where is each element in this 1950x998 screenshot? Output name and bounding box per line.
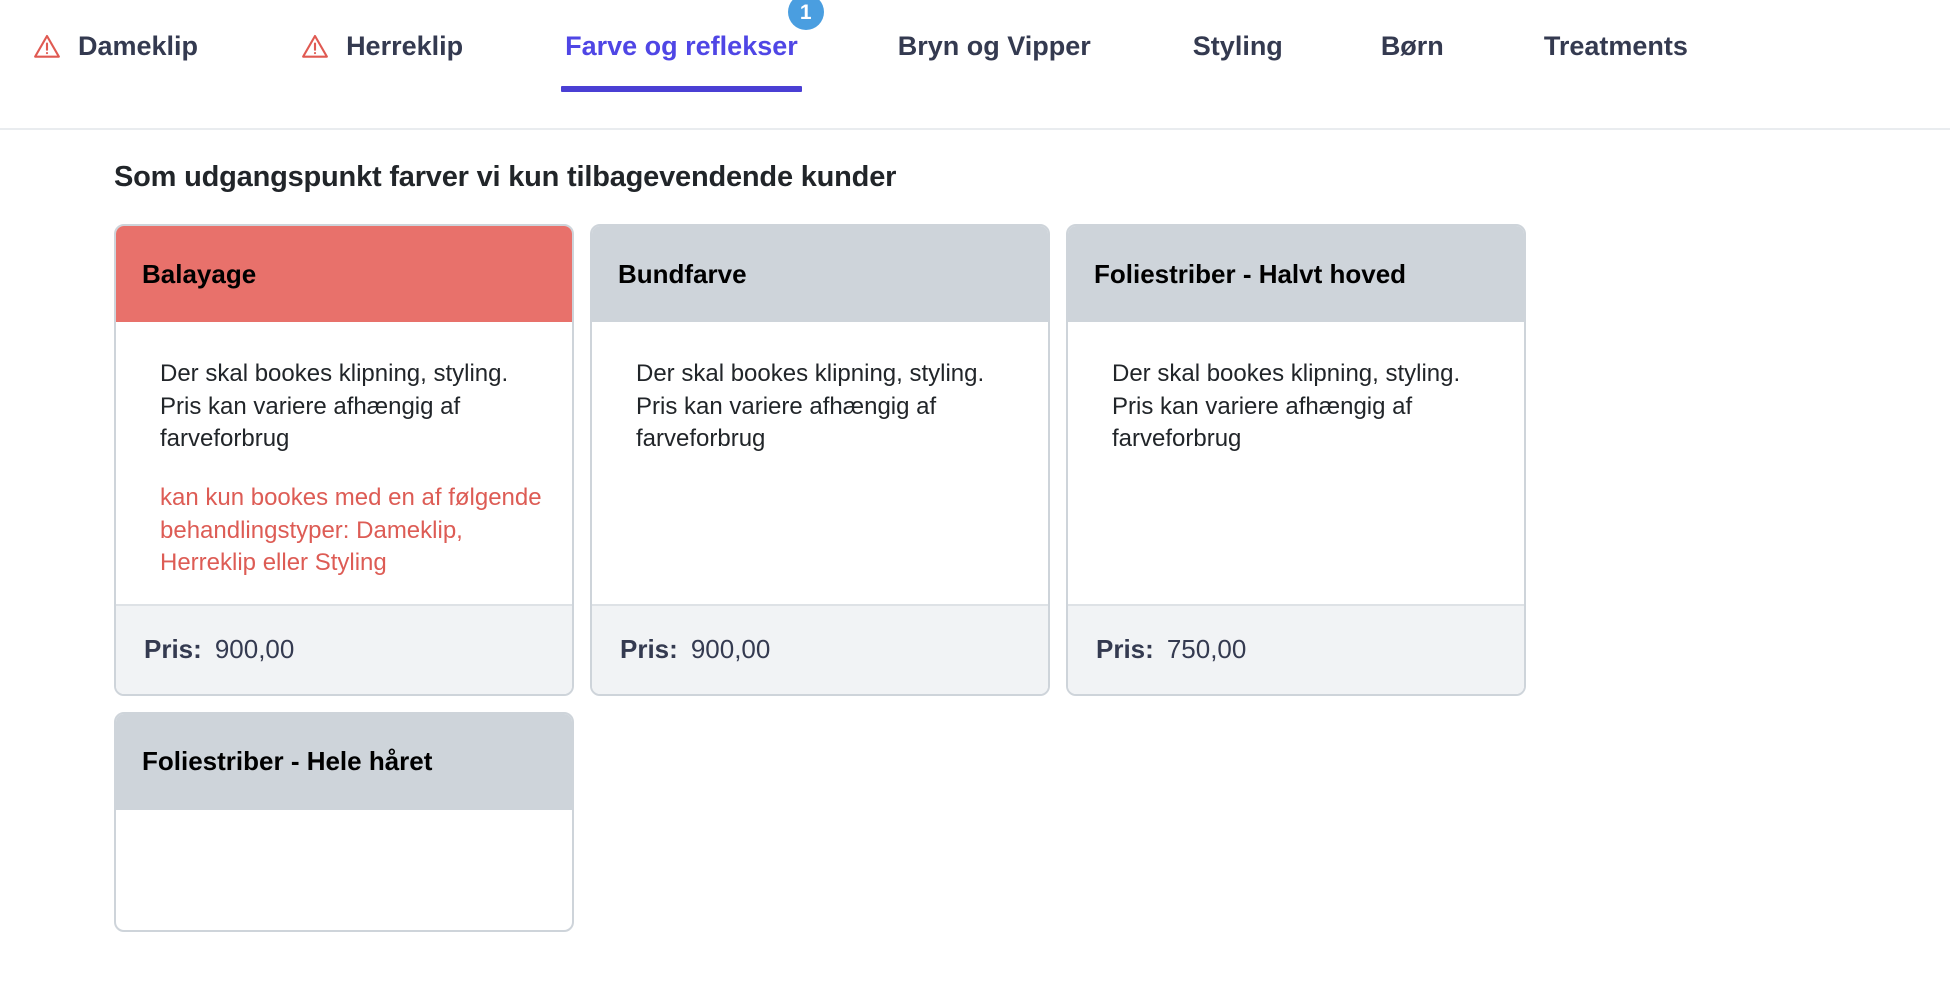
card-price-footer: Pris: 900,00 [592, 603, 1048, 694]
tab-styling[interactable]: Styling [1189, 0, 1287, 92]
treatment-card-grid: Balayage Der skal bookes klipning, styli… [114, 224, 1894, 932]
card-warning-text: kan kun bookes med en af følgende behand… [160, 483, 542, 577]
card-price-footer: Pris: 750,00 [1068, 603, 1524, 694]
tab-label: Treatments [1543, 31, 1688, 61]
price-value: 750,00 [1166, 634, 1247, 665]
price-value: 900,00 [214, 634, 295, 665]
warning-triangle-icon [32, 31, 62, 61]
tab-label: Dameklip [78, 31, 199, 61]
card-header: Balayage [116, 226, 572, 322]
active-tab-underline [561, 86, 802, 92]
tab-label: Herreklip [346, 31, 464, 61]
card-body: Der skal bookes klipning, styling. Pris … [592, 322, 1048, 604]
tab-bryn-og-vipper[interactable]: Bryn og Vipper [894, 0, 1095, 92]
tab-farve-og-reflekser[interactable]: Farve og reflekser 1 [561, 0, 824, 92]
tab-herreklip[interactable]: Herreklip [296, 0, 467, 92]
price-label: Pris: [144, 634, 202, 665]
card-header: Foliestriber - Hele håret [116, 713, 572, 810]
price-label: Pris: [1096, 634, 1154, 665]
treatment-card-foliestriber-halvt-hoved[interactable]: Foliestriber - Halvt hoved Der skal book… [1066, 224, 1526, 696]
tab-label: Bryn og Vipper [897, 31, 1091, 61]
price-label: Pris: [620, 634, 678, 665]
tab-badge-count: 1 [787, 0, 824, 30]
treatment-card-bundfarve[interactable]: Bundfarve Der skal bookes klipning, styl… [590, 224, 1050, 696]
price-value: 900,00 [690, 634, 771, 665]
treatment-card-foliestriber-hele-haret[interactable]: Foliestriber - Hele håret [114, 711, 574, 932]
card-description: Der skal bookes klipning, styling. Pris … [160, 360, 509, 453]
card-body: Der skal bookes klipning, styling. Pris … [1068, 322, 1524, 604]
card-title: Foliestriber - Hele håret [142, 746, 433, 777]
card-header: Bundfarve [592, 226, 1048, 322]
card-description: Der skal bookes klipning, styling. Pris … [1112, 360, 1461, 453]
tab-dameklip[interactable]: Dameklip [28, 0, 202, 92]
tab-label: Farve og reflekser [565, 31, 798, 61]
warning-triangle-icon [300, 31, 330, 61]
treatments-panel: Som udgangspunkt farver vi kun tilbageve… [0, 161, 1950, 932]
card-body: Der skal bookes klipning, styling. Pris … [116, 322, 572, 604]
card-title: Balayage [142, 258, 257, 289]
card-title: Bundfarve [618, 258, 747, 289]
card-body [116, 810, 572, 930]
card-title: Foliestriber - Halvt hoved [1094, 258, 1407, 289]
tab-label: Børn [1380, 31, 1444, 61]
card-description: Der skal bookes klipning, styling. Pris … [636, 360, 985, 453]
tab-treatments[interactable]: Treatments [1540, 0, 1692, 92]
tab-born[interactable]: Børn [1377, 0, 1448, 92]
page-title: Som udgangspunkt farver vi kun tilbageve… [114, 161, 897, 193]
tab-label: Styling [1192, 31, 1283, 61]
card-price-footer: Pris: 900,00 [116, 603, 572, 694]
treatment-category-tabs: Dameklip Herreklip Farve og reflekser 1 … [0, 0, 1950, 130]
card-header: Foliestriber - Halvt hoved [1068, 226, 1524, 322]
treatment-card-balayage[interactable]: Balayage Der skal bookes klipning, styli… [114, 224, 574, 696]
